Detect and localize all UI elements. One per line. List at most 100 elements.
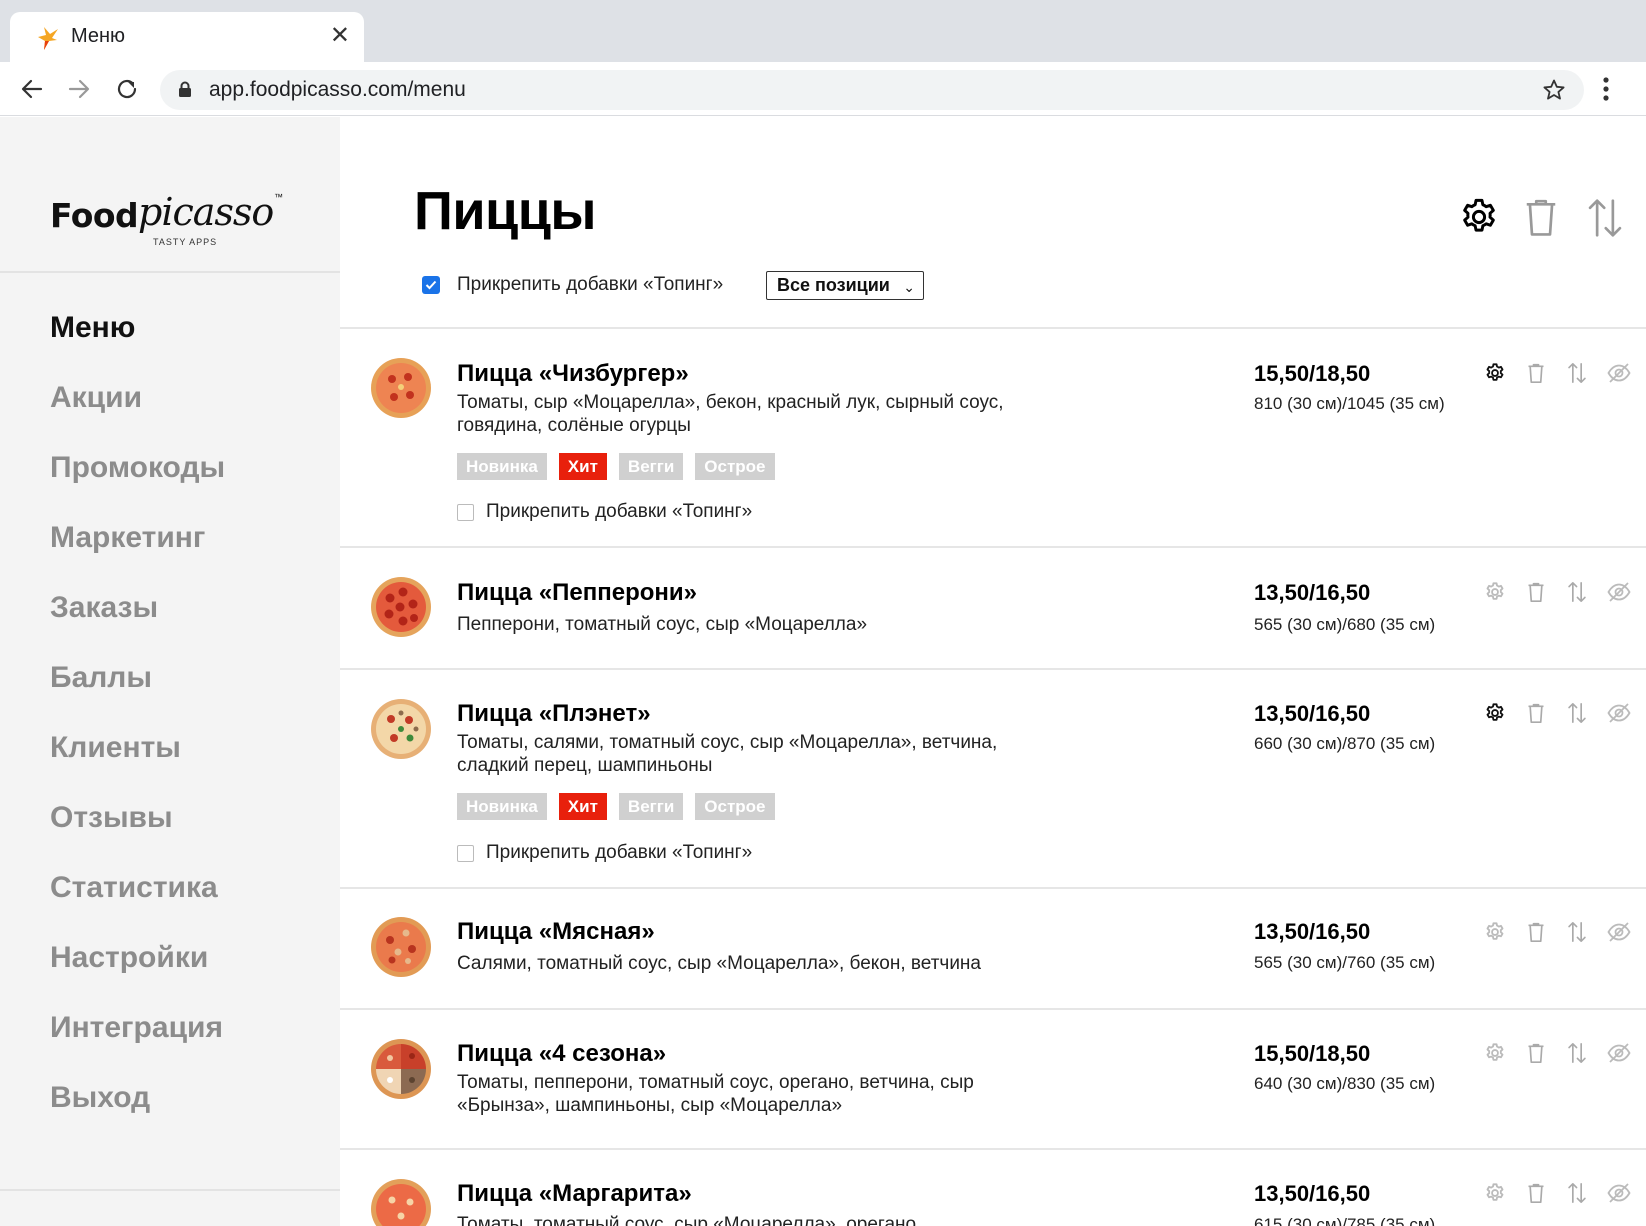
category-delete-trash-icon[interactable]: [1522, 196, 1560, 238]
sort-arrows-icon[interactable]: [1567, 1181, 1587, 1205]
row-divider: [340, 546, 1646, 548]
pizza-image: [371, 699, 431, 759]
sort-arrows-icon[interactable]: [1567, 361, 1587, 385]
browser-tab[interactable]: Меню ✕: [10, 12, 364, 62]
sidebar-item-statistics[interactable]: Статистика: [50, 871, 218, 905]
tag-spicy[interactable]: Острое: [695, 453, 775, 480]
tag-veggie[interactable]: Вегги: [618, 793, 684, 820]
eye-hidden-icon[interactable]: [1607, 1183, 1631, 1203]
attach-toppings-all[interactable]: Прикрепить добавки «Топинг»: [422, 274, 723, 296]
foodpicasso-logo[interactable]: Food picasso ™ TASTY APPS: [50, 190, 290, 262]
eye-hidden-icon[interactable]: [1607, 582, 1631, 602]
eye-hidden-icon[interactable]: [1607, 703, 1631, 723]
attach-all-checkbox[interactable]: [422, 276, 440, 294]
trash-icon[interactable]: [1526, 921, 1546, 943]
eye-hidden-icon[interactable]: [1607, 1043, 1631, 1063]
browser-menu-icon[interactable]: [1602, 76, 1610, 102]
item-weight: 565 (30 см)/760 (35 см): [1254, 953, 1436, 972]
item-name[interactable]: Пицца «Маргарита»: [457, 1180, 692, 1208]
item-price: 15,50/18,50: [1254, 1041, 1371, 1066]
pizza-image: [371, 358, 431, 418]
sidebar-divider: [0, 1189, 340, 1191]
tag-veggie[interactable]: Вегги: [618, 453, 684, 480]
trash-icon[interactable]: [1526, 702, 1546, 724]
gear-icon[interactable]: [1484, 581, 1506, 603]
sort-arrows-icon[interactable]: [1567, 1041, 1587, 1065]
item-name[interactable]: Пицца «Мясная»: [457, 918, 655, 946]
filter-selected-value: Все позиции: [777, 275, 890, 295]
logo-food-text: Food: [50, 196, 139, 235]
forward-arrow-icon[interactable]: [64, 74, 94, 104]
sidebar-item-promocodes[interactable]: Промокоды: [50, 451, 225, 485]
gear-icon[interactable]: [1484, 1182, 1506, 1204]
item-attach-toppings[interactable]: Прикрепить добавки «Топинг»: [457, 842, 752, 864]
address-bar[interactable]: app.foodpicasso.com/menu: [160, 70, 1584, 110]
sidebar-item-marketing[interactable]: Маркетинг: [50, 521, 205, 555]
lock-icon: [179, 81, 191, 97]
attach-toppings-label: Прикрепить добавки «Топинг»: [486, 501, 753, 522]
tag-hit[interactable]: Хит: [558, 453, 607, 480]
gear-icon[interactable]: [1484, 702, 1506, 724]
item-name[interactable]: Пицца «Пепперони»: [457, 579, 697, 607]
item-description: Томаты, сыр «Моцарелла», бекон, красный …: [457, 392, 1004, 436]
logo-picasso-text: picasso: [138, 190, 274, 234]
item-name[interactable]: Пицца «4 сезона»: [457, 1040, 666, 1068]
trash-icon[interactable]: [1526, 581, 1546, 603]
gear-icon[interactable]: [1484, 362, 1506, 384]
tag-spicy[interactable]: Острое: [695, 793, 775, 820]
eye-hidden-icon[interactable]: [1607, 363, 1631, 383]
trash-icon[interactable]: [1526, 1042, 1546, 1064]
sidebar-item-promotions[interactable]: Акции: [50, 381, 142, 415]
trash-icon[interactable]: [1526, 362, 1546, 384]
item-price: 13,50/16,50: [1254, 580, 1371, 605]
sidebar-item-menu[interactable]: Меню: [50, 311, 135, 345]
pizza-image: [371, 917, 431, 977]
category-settings-gear-icon[interactable]: [1458, 196, 1500, 238]
tag-hit[interactable]: Хит: [558, 793, 607, 820]
row-divider: [340, 668, 1646, 670]
positions-filter-select[interactable]: Все позиции ⌄: [766, 271, 924, 300]
item-price: 13,50/16,50: [1254, 701, 1371, 726]
sort-arrows-icon[interactable]: [1567, 701, 1587, 725]
eye-hidden-icon[interactable]: [1607, 922, 1631, 942]
sidebar-item-settings[interactable]: Настройки: [50, 941, 208, 975]
item-description: Томаты, пепперони, томатный соус, ореган…: [457, 1072, 974, 1116]
sidebar-item-integration[interactable]: Интеграция: [50, 1011, 223, 1045]
attach-toppings-checkbox[interactable]: [457, 844, 474, 862]
sidebar-item-clients[interactable]: Клиенты: [50, 731, 181, 765]
item-name[interactable]: Пицца «Чизбургер»: [457, 360, 689, 388]
tag-new[interactable]: Новинка: [457, 793, 547, 820]
sort-arrows-icon[interactable]: [1567, 580, 1587, 604]
tab-close-icon[interactable]: ✕: [330, 22, 350, 50]
gear-icon[interactable]: [1484, 921, 1506, 943]
item-description: Томаты, салями, томатный соус, сыр «Моца…: [457, 732, 998, 776]
item-name[interactable]: Пицца «Плэнет»: [457, 700, 651, 728]
sidebar-item-orders[interactable]: Заказы: [50, 591, 158, 625]
sidebar-item-logout[interactable]: Выход: [50, 1081, 150, 1115]
bookmark-star-icon[interactable]: [1542, 78, 1566, 102]
sidebar-item-points[interactable]: Баллы: [50, 661, 152, 695]
chevron-down-icon: ⌄: [903, 279, 915, 295]
category-sort-arrows-icon[interactable]: [1586, 196, 1624, 240]
logo-tagline: TASTY APPS: [153, 237, 218, 247]
pizza-image: [371, 577, 431, 637]
logo-trademark: ™: [274, 192, 283, 202]
attach-toppings-checkbox[interactable]: [457, 503, 474, 521]
attach-toppings-label: Прикрепить добавки «Топинг»: [486, 842, 753, 863]
tag-new[interactable]: Новинка: [457, 453, 547, 480]
item-attach-toppings[interactable]: Прикрепить добавки «Топинг»: [457, 501, 752, 523]
menu-item[interactable]: Пицца «Маргарита» Томаты, томатный соус,…: [340, 1149, 1646, 1226]
pizza-image: [371, 1179, 431, 1226]
back-arrow-icon[interactable]: [17, 74, 47, 104]
trash-icon[interactable]: [1526, 1182, 1546, 1204]
browser-tab-strip: Меню ✕: [0, 0, 1646, 62]
sort-arrows-icon[interactable]: [1567, 920, 1587, 944]
browser-toolbar: app.foodpicasso.com/menu: [0, 62, 1646, 116]
item-price: 13,50/16,50: [1254, 1181, 1371, 1206]
url-text[interactable]: app.foodpicasso.com/menu: [209, 78, 466, 102]
sidebar-item-reviews[interactable]: Отзывы: [50, 801, 173, 835]
page-title: Пиццы: [414, 181, 597, 241]
reload-icon[interactable]: [112, 74, 142, 104]
gear-icon[interactable]: [1484, 1042, 1506, 1064]
tab-title: Меню: [71, 25, 126, 47]
